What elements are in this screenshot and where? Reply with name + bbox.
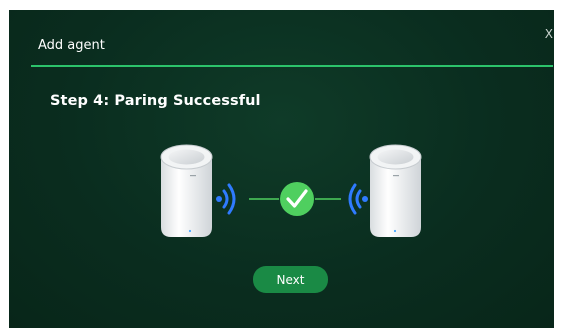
next-button[interactable]: Next — [253, 266, 328, 293]
add-agent-dialog: X Add agent Step 4: Paring Successful Ne… — [9, 10, 554, 328]
right-wifi-signal-icon — [348, 183, 368, 215]
screen: X Add agent Step 4: Paring Successful Ne… — [0, 0, 561, 332]
pairing-illustration — [160, 144, 422, 237]
dialog-title: Add agent — [38, 38, 105, 53]
left-wifi-signal-icon — [216, 183, 236, 215]
step-heading: Step 4: Paring Successful — [50, 93, 261, 109]
check-icon — [280, 182, 314, 216]
left-mesh-router-icon — [160, 144, 213, 237]
close-button[interactable]: X — [545, 28, 553, 40]
title-divider — [31, 65, 553, 67]
right-mesh-router-icon — [369, 144, 422, 237]
